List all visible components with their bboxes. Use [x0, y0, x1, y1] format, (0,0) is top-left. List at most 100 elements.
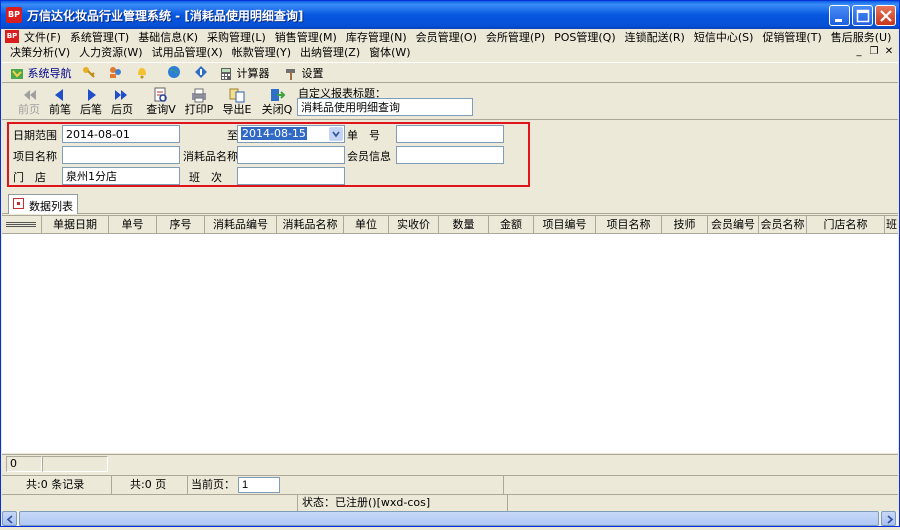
member-info-input[interactable] — [396, 146, 504, 164]
menu-window[interactable]: 窗体(W) — [369, 46, 410, 59]
menu-aftersales[interactable]: 售后服务(U) — [831, 31, 892, 44]
title-bar[interactable]: BP 万信达化妆品行业管理系统 - [消耗品使用明细查询] — [1, 1, 899, 29]
bell-button[interactable] — [135, 65, 149, 82]
column-header[interactable]: 班 — [885, 216, 898, 233]
menu-promotion[interactable]: 促销管理(T) — [762, 31, 821, 44]
tab-data-list[interactable]: 数据列表 — [8, 194, 78, 214]
key-icon — [83, 67, 95, 78]
menu-row-1: 文件(F) 系统管理(T) 基础信息(K) 采购管理(L) 销售管理(M) 库存管理(N)… — [24, 29, 900, 45]
arrow-left-icon — [55, 89, 63, 101]
key-button[interactable] — [82, 65, 96, 82]
system-nav-button[interactable]: 系统导航 — [10, 65, 72, 82]
next-page-button[interactable]: 后页 — [105, 86, 139, 118]
mdi-close-button[interactable]: ✕ — [882, 45, 896, 58]
settings-button[interactable]: 设置 — [284, 65, 324, 82]
current-page-input[interactable] — [238, 477, 280, 493]
first-page-icon — [24, 90, 36, 100]
menu-pos[interactable]: POS管理(Q) — [554, 31, 616, 44]
document-app-icon[interactable]: BP — [5, 30, 19, 43]
column-header[interactable]: 序号 — [157, 216, 205, 233]
menu-member[interactable]: 会员管理(O) — [416, 31, 477, 44]
status-bar: 状态：已注册()[wxd-cos] — [2, 494, 898, 511]
menu-file[interactable]: 文件(F) — [24, 31, 61, 44]
menu-basic-info[interactable]: 基础信息(K) — [138, 31, 198, 44]
date-range-label: 日期范围 — [13, 129, 57, 142]
menu-club[interactable]: 会所管理(P) — [486, 31, 545, 44]
column-header[interactable]: 技师 — [662, 216, 708, 233]
calculator-label: 计算器 — [236, 67, 270, 80]
info-button[interactable] — [194, 65, 208, 82]
settings-label: 设置 — [301, 67, 324, 80]
mdi-restore-icon: ❐ — [869, 46, 879, 57]
table-icon — [13, 198, 24, 209]
row-selector-header[interactable] — [2, 216, 42, 233]
scroll-thumb[interactable] — [19, 511, 879, 526]
scroll-right-button[interactable] — [881, 511, 896, 526]
shift-input[interactable] — [237, 167, 345, 185]
next-page-label: 后页 — [111, 103, 133, 116]
minimize-button[interactable] — [829, 5, 850, 26]
doc-no-input[interactable] — [396, 125, 504, 143]
close-window-button[interactable] — [875, 5, 896, 26]
users-button[interactable] — [108, 65, 122, 82]
date-from-input[interactable] — [62, 125, 180, 143]
menu-system[interactable]: 系统管理(T) — [70, 31, 129, 44]
export-icon — [229, 88, 245, 103]
calculator-button[interactable]: 计算器 — [219, 65, 270, 82]
column-header[interactable]: 会员名称 — [759, 216, 807, 233]
project-name-input[interactable] — [62, 146, 180, 164]
export-button[interactable]: 导出E — [220, 86, 254, 118]
current-page-label: 当前页： — [191, 478, 235, 491]
horizontal-scrollbar[interactable] — [2, 511, 898, 526]
store-input[interactable] — [62, 167, 180, 185]
menu-decision[interactable]: 决策分析(V) — [10, 46, 70, 59]
column-header[interactable]: 金额 — [489, 216, 534, 233]
system-nav-label: 系统导航 — [27, 67, 72, 80]
column-header[interactable]: 单据日期 — [42, 216, 109, 233]
chevron-down-icon[interactable] — [329, 127, 343, 141]
prev-record-button[interactable]: 前笔 — [43, 86, 77, 118]
close-form-button[interactable]: 关闭Q — [260, 86, 294, 118]
date-to-select[interactable]: 2014-08-15 — [237, 125, 345, 143]
menu-chain[interactable]: 连锁配送(R) — [625, 31, 685, 44]
menu-cashier[interactable]: 出纳管理(Z) — [300, 46, 360, 59]
column-header[interactable]: 数量 — [439, 216, 489, 233]
doc-no-label: 单 号 — [347, 129, 380, 142]
menu-purchase[interactable]: 采购管理(L) — [207, 31, 266, 44]
column-header[interactable]: 单号 — [109, 216, 157, 233]
grid-header: 单据日期 单号 序号 消耗品编号 消耗品名称 单位 实收价 数量 金额 项目编号… — [2, 216, 898, 234]
column-header[interactable]: 单位 — [344, 216, 389, 233]
column-header[interactable]: 项目名称 — [596, 216, 662, 233]
column-header[interactable]: 项目编号 — [534, 216, 596, 233]
data-grid[interactable]: 单据日期 单号 序号 消耗品编号 消耗品名称 单位 实收价 数量 金额 项目编号… — [2, 215, 898, 453]
consumable-name-input[interactable] — [237, 146, 345, 164]
print-button[interactable]: 打印P — [182, 86, 216, 118]
prev-page-button[interactable]: 前页 — [12, 86, 46, 118]
column-header[interactable]: 消耗品编号 — [205, 216, 277, 233]
mdi-restore-button[interactable]: ❐ — [867, 45, 881, 58]
footer-cell — [42, 456, 108, 472]
maximize-button[interactable] — [852, 5, 873, 26]
print-label: 打印P — [184, 103, 214, 116]
column-header[interactable]: 门店名称 — [807, 216, 885, 233]
menu-hr[interactable]: 人力资源(W) — [79, 46, 142, 59]
scroll-left-button[interactable] — [2, 511, 17, 526]
web-button[interactable] — [167, 65, 181, 82]
menu-sales[interactable]: 销售管理(M) — [275, 31, 337, 44]
menu-accounts[interactable]: 帐款管理(Y) — [232, 46, 291, 59]
column-header[interactable]: 实收价 — [389, 216, 439, 233]
close-icon — [880, 10, 892, 22]
next-record-button[interactable]: 后笔 — [74, 86, 108, 118]
menu-sms[interactable]: 短信中心(S) — [694, 31, 754, 44]
report-title-input[interactable] — [297, 98, 473, 116]
column-header[interactable]: 会员编号 — [708, 216, 759, 233]
menu-row-2: 决策分析(V) 人力资源(W) 试用品管理(X) 帐款管理(Y) 出纳管理(Z) 窗体(W… — [10, 44, 420, 60]
calculator-icon — [221, 68, 231, 80]
menu-inventory[interactable]: 库存管理(N) — [346, 31, 407, 44]
query-button[interactable]: 查询V — [144, 86, 178, 118]
app-logo-icon: BP — [6, 7, 22, 23]
mdi-minimize-button[interactable]: _ — [852, 45, 866, 58]
arrow-right-icon — [88, 89, 96, 101]
menu-trial[interactable]: 试用品管理(X) — [152, 46, 223, 59]
column-header[interactable]: 消耗品名称 — [277, 216, 344, 233]
